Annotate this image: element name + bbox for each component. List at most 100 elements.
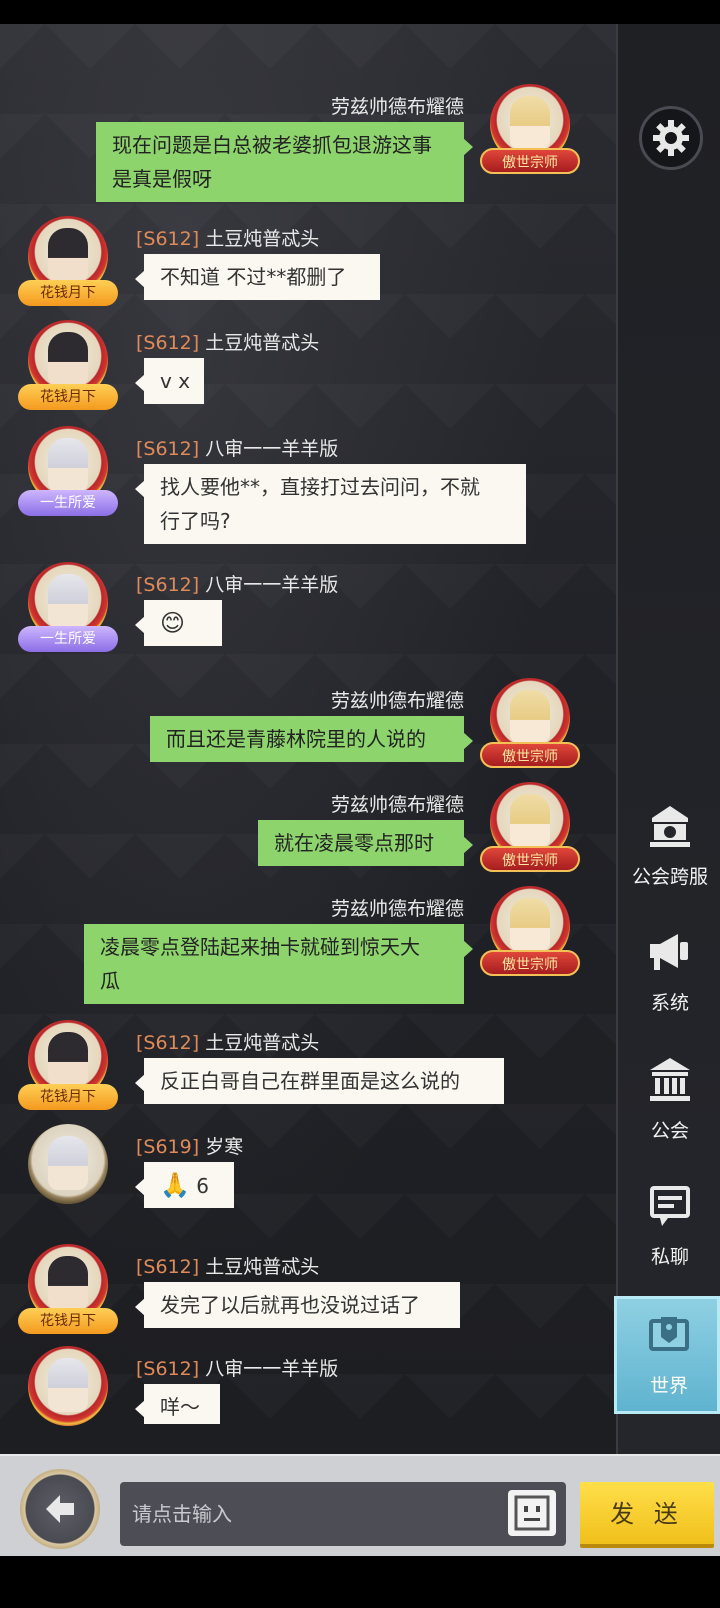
tab-label: 私聊 bbox=[650, 1246, 689, 1268]
message-text: 就在凌晨零点那时 bbox=[274, 831, 434, 855]
avatar[interactable]: 一生所爱 bbox=[16, 424, 120, 524]
player-name[interactable]: 劳兹帅德布耀德 bbox=[331, 690, 464, 712]
message-bubble[interactable]: 找人要他**，直接打过去问问，不就 行了吗? bbox=[135, 464, 526, 544]
message-text: 而且还是青藤林院里的人说的 bbox=[166, 727, 426, 751]
message-bubble[interactable]: 😊 bbox=[135, 600, 222, 646]
avatar[interactable]: 傲世宗师 bbox=[478, 780, 582, 880]
avatar[interactable]: 花钱月下 bbox=[16, 318, 120, 418]
sender-name: 劳兹帅德布耀德 bbox=[331, 92, 464, 119]
title-badge: 花钱月下 bbox=[18, 1308, 118, 1334]
server-tag: [S612] bbox=[136, 228, 200, 250]
message-text: 现在问题是白总被老婆抓包退游这事 bbox=[112, 133, 432, 157]
message-bubble[interactable]: 发完了以后就再也没说过话了 bbox=[135, 1282, 460, 1328]
avatar-portrait bbox=[48, 574, 88, 628]
sender-name: 劳兹帅德布耀德 bbox=[331, 790, 464, 817]
back-button[interactable] bbox=[20, 1469, 100, 1549]
avatar[interactable]: 花钱月下 bbox=[16, 214, 120, 314]
player-name[interactable]: 劳兹帅德布耀德 bbox=[331, 898, 464, 920]
avatar-portrait bbox=[48, 1032, 88, 1086]
avatar-portrait bbox=[48, 228, 88, 282]
avatar-portrait bbox=[48, 438, 88, 492]
message-text: v x bbox=[160, 369, 191, 393]
server-tag: [S612] bbox=[136, 1358, 200, 1380]
avatar-portrait bbox=[510, 690, 550, 744]
message-bubble[interactable]: 咩～ bbox=[135, 1384, 220, 1424]
message-bubble[interactable]: v x bbox=[135, 358, 204, 404]
tab-world[interactable]: 世界 bbox=[614, 1296, 720, 1414]
avatar[interactable]: 傲世宗师 bbox=[478, 82, 582, 182]
tab-private-chat[interactable]: 私聊 bbox=[618, 1182, 720, 1292]
player-name[interactable]: 劳兹帅德布耀德 bbox=[331, 794, 464, 816]
avatar-portrait bbox=[510, 794, 550, 848]
avatar-portrait bbox=[48, 332, 88, 386]
message-bubble[interactable]: 凌晨零点登陆起来抽卡就碰到惊天大瓜 bbox=[84, 924, 473, 1004]
message-bubble[interactable]: 就在凌晨零点那时 bbox=[258, 820, 473, 866]
avatar[interactable]: 傲世宗师 bbox=[478, 676, 582, 776]
player-name[interactable]: 土豆炖普忒头 bbox=[205, 1256, 319, 1278]
player-name[interactable]: 土豆炖普忒头 bbox=[205, 332, 319, 354]
guild-cross-server-icon bbox=[650, 806, 690, 847]
message-text: 6 bbox=[196, 1174, 209, 1198]
player-name[interactable]: 八审一一羊羊版 bbox=[205, 574, 338, 596]
avatar[interactable]: 一生所爱 bbox=[16, 560, 120, 660]
sender-name: [S612] 土豆炖普忒头 bbox=[136, 1028, 319, 1055]
player-name[interactable]: 岁寒 bbox=[205, 1136, 243, 1158]
player-name[interactable]: 八审一一羊羊版 bbox=[205, 438, 338, 460]
title-badge: 花钱月下 bbox=[18, 280, 118, 306]
tab-guild[interactable]: 公会 bbox=[618, 1056, 720, 1166]
emoji-sticker-icon: 🙏 bbox=[160, 1171, 190, 1199]
player-name[interactable]: 劳兹帅德布耀德 bbox=[331, 96, 464, 118]
message-bubble[interactable]: 反正白哥自己在群里面是这么说的 bbox=[135, 1058, 504, 1104]
emoji-button[interactable] bbox=[508, 1490, 556, 1536]
message-input[interactable] bbox=[120, 1482, 566, 1546]
sender-name: [S612] 土豆炖普忒头 bbox=[136, 328, 319, 355]
avatar[interactable]: 花钱月下 bbox=[16, 1242, 120, 1342]
avatar[interactable]: 傲世宗师 bbox=[478, 884, 582, 984]
channel-sidebar: 公会跨服 系统 公会 私聊 世界 bbox=[614, 24, 720, 1454]
message-bubble[interactable]: 而且还是青藤林院里的人说的 bbox=[150, 716, 473, 762]
avatar-portrait bbox=[510, 898, 550, 952]
chat-bubble-icon bbox=[650, 1186, 690, 1226]
tab-guild-cross-server[interactable]: 公会跨服 bbox=[618, 802, 720, 912]
avatar[interactable] bbox=[16, 1122, 120, 1222]
message-bubble[interactable]: 不知道 不过**都删了 bbox=[135, 254, 380, 300]
avatar[interactable] bbox=[16, 1344, 120, 1444]
sender-name: [S619] 岁寒 bbox=[136, 1132, 243, 1159]
world-icon bbox=[649, 1317, 689, 1351]
player-name[interactable]: 土豆炖普忒头 bbox=[205, 1032, 319, 1054]
title-badge: 一生所爱 bbox=[18, 490, 118, 516]
server-tag: [S612] bbox=[136, 1256, 200, 1278]
message-text: 咩～ bbox=[160, 1395, 200, 1419]
player-name[interactable]: 土豆炖普忒头 bbox=[205, 228, 319, 250]
back-arrow-icon bbox=[46, 1495, 74, 1523]
message-bubble[interactable]: 现在问题是白总被老婆抓包退游这事 是真是假呀 bbox=[96, 122, 473, 202]
message-text: 行了吗? bbox=[160, 509, 231, 533]
message-bubble[interactable]: 🙏 6 bbox=[135, 1162, 234, 1208]
message-text: 找人要他**，直接打过去问问，不就 bbox=[160, 475, 480, 499]
bank-icon bbox=[650, 1058, 690, 1101]
send-button[interactable]: 发 送 bbox=[580, 1482, 714, 1548]
sender-name: 劳兹帅德布耀德 bbox=[331, 686, 464, 713]
tab-label: 公会 bbox=[650, 1120, 689, 1142]
settings-button[interactable] bbox=[639, 106, 703, 170]
message-text: 不知道 不过**都删了 bbox=[160, 265, 347, 289]
title-badge: 傲世宗师 bbox=[480, 950, 580, 976]
message-text: 凌晨零点登陆起来抽卡就碰到惊天大 bbox=[100, 935, 420, 959]
avatar-portrait bbox=[48, 1136, 88, 1190]
avatar[interactable]: 花钱月下 bbox=[16, 1018, 120, 1118]
sender-name: 劳兹帅德布耀德 bbox=[331, 894, 464, 921]
server-tag: [S612] bbox=[136, 1032, 200, 1054]
server-tag: [S612] bbox=[136, 332, 200, 354]
avatar-portrait bbox=[48, 1358, 88, 1412]
title-badge: 傲世宗师 bbox=[480, 846, 580, 872]
sender-name: [S612] 八审一一羊羊版 bbox=[136, 434, 338, 461]
server-tag: [S612] bbox=[136, 438, 200, 460]
chat-area[interactable]: 傲世宗师 劳兹帅德布耀德 现在问题是白总被老婆抓包退游这事 是真是假呀 花钱月下 [S61… bbox=[0, 24, 616, 1454]
server-tag: [S612] bbox=[136, 574, 200, 596]
tab-system[interactable]: 系统 bbox=[618, 928, 720, 1038]
emoji-face-icon bbox=[514, 1495, 550, 1531]
status-bar bbox=[0, 0, 720, 24]
title-badge: 花钱月下 bbox=[18, 1084, 118, 1110]
player-name[interactable]: 八审一一羊羊版 bbox=[205, 1358, 338, 1380]
sender-name: [S612] 八审一一羊羊版 bbox=[136, 570, 338, 597]
